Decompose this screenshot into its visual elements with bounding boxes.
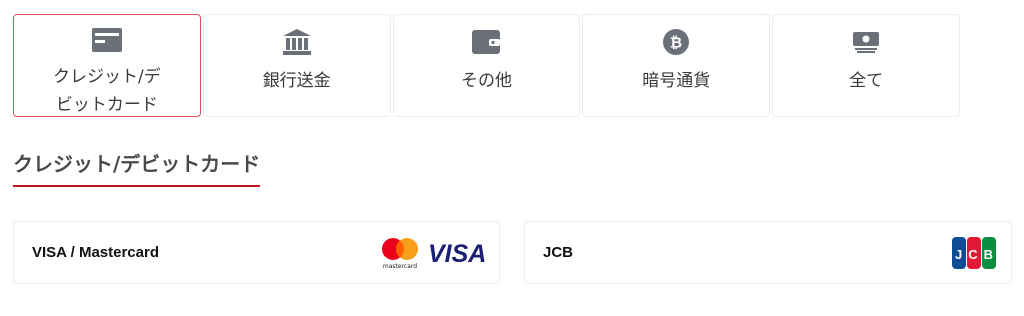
section-title: クレジット/デビットカード [13, 151, 261, 187]
tab-label: 全て [849, 71, 884, 91]
tab-label: その他 [460, 71, 512, 91]
bitcoin-icon: ₿ [659, 27, 693, 57]
card-logos: JCB [951, 235, 997, 271]
svg-text:₿: ₿ [670, 34, 682, 52]
payment-method-name: JCB [543, 244, 574, 261]
payment-method-visa-mastercard[interactable]: VISA / Mastercard mastercard VISA [13, 221, 500, 284]
tab-other[interactable]: その他 [392, 14, 581, 117]
cash-icon [849, 27, 883, 57]
tab-bank-transfer[interactable]: 銀行送金 [202, 14, 391, 117]
visa-logo: VISA [428, 241, 485, 265]
tab-all[interactable]: 全て [772, 14, 960, 117]
wallet-icon [469, 27, 503, 57]
mastercard-wordmark: mastercard [383, 263, 417, 270]
tab-credit-debit-card[interactable]: クレジット/デビットカード [13, 14, 201, 117]
tab-label: 暗号通貨 [642, 71, 711, 91]
bank-icon [280, 27, 314, 57]
jcb-logo: JCB [952, 236, 996, 269]
payment-category-tabs: クレジット/デビットカード 銀行送金 その他 ₿ 暗号通貨 全て [13, 14, 960, 117]
tab-label: 銀行送金 [262, 71, 331, 91]
tab-crypto[interactable]: ₿ 暗号通貨 [582, 14, 771, 117]
card-logos: mastercard VISA [379, 236, 485, 270]
payment-method-name: VISA / Mastercard [32, 244, 159, 261]
payment-method-jcb[interactable]: JCB JCB [524, 221, 1012, 284]
mastercard-logo: mastercard [382, 237, 418, 270]
jcb-wordmark: JCB [955, 247, 993, 262]
tab-label: クレジット/デビットカード [53, 67, 161, 115]
credit-card-icon [90, 27, 124, 53]
visa-wordmark: VISA [428, 241, 485, 265]
